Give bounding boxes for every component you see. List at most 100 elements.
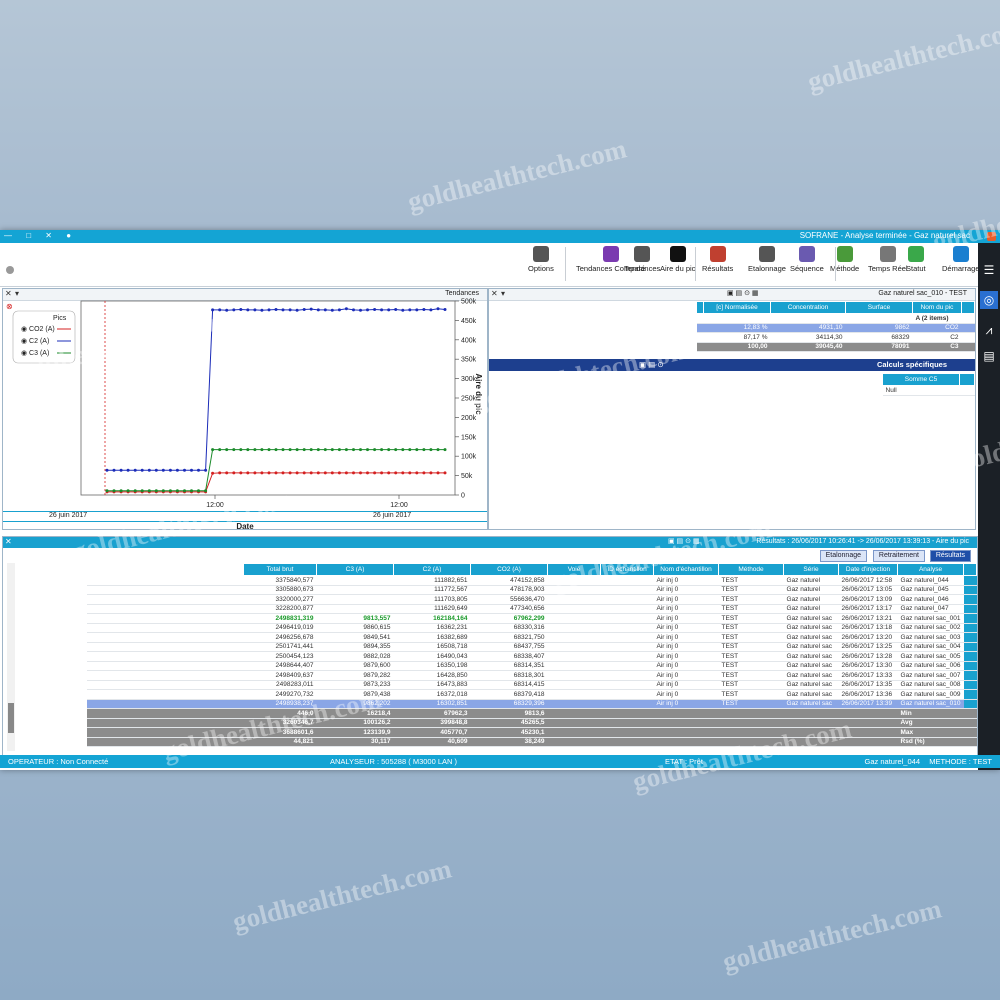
peak-col-header[interactable]: Surface — [845, 301, 913, 314]
results-cell — [600, 604, 654, 614]
results-cell: Gaz naturel sac — [783, 651, 839, 662]
results-col-header[interactable]: ID échantillon — [600, 563, 655, 576]
data-point — [352, 448, 355, 452]
y-tick-label: 350k — [461, 357, 477, 364]
peak-col-header[interactable]: [c] Normalisée — [703, 301, 771, 314]
data-point — [246, 471, 250, 475]
peak-row[interactable]: 100,00 39045,40 78091 C3 — [696, 342, 975, 352]
group-label: A (2 items) — [912, 313, 962, 324]
results-cell: 2498831,319 — [243, 613, 317, 624]
toolbar-play-button[interactable]: Démarrage — [942, 246, 980, 282]
results-row[interactable]: 2496256,678 9849,541 16382,689 68321,750 Air… — [86, 632, 977, 643]
chart-icon[interactable]: ⩘ — [980, 321, 998, 339]
peak-cell: C2 — [912, 332, 962, 343]
peak-cell: 78091 — [845, 342, 913, 352]
toolbar-clock-button[interactable]: Temps Réel — [868, 246, 908, 282]
results-row[interactable]: 2498831,319 9813,557 162184,164 67962,299 Ai… — [86, 613, 977, 624]
menu-icon[interactable]: ☰ — [980, 261, 998, 279]
close-icon[interactable]: ✕ — [491, 289, 498, 298]
data-point — [295, 308, 299, 312]
results-row[interactable]: 2500454,123 9882,028 16490,043 68338,407 Air… — [86, 651, 977, 662]
scrollbar[interactable] — [7, 563, 15, 751]
toolbar-peak-button[interactable]: Aire du pic — [660, 246, 695, 282]
window-controls[interactable]: — □ ✕ ● — [4, 231, 77, 240]
y-tick-label: 50k — [461, 473, 473, 480]
stats-cell: 3260346,7 — [243, 718, 317, 728]
results-row[interactable]: 2499270,732 9879,438 16372,018 68379,418 Air… — [86, 689, 977, 700]
data-point — [147, 468, 151, 472]
results-col-header[interactable]: Méthode — [718, 563, 785, 576]
results-row[interactable]: 2501741,441 9894,355 16508,718 68437,755 Air… — [86, 642, 977, 652]
tab-2[interactable]: Etalonnage — [819, 550, 867, 562]
results-col-header[interactable]: Date d'injection — [838, 563, 899, 576]
data-point — [267, 448, 271, 452]
results-col-header[interactable]: Série — [783, 563, 840, 576]
toolbar-status-button[interactable]: Statut — [906, 246, 926, 282]
results-cell — [600, 575, 654, 586]
results-col-header[interactable]: Nom d'échantillon — [653, 563, 720, 576]
results-cell: 2498644,407 — [243, 661, 317, 671]
peak-col-header[interactable]: Nom du pic — [912, 301, 962, 314]
results-cell: Gaz naturel sac_008 — [897, 680, 964, 690]
results-cell — [547, 680, 601, 690]
toolbar-compare-button[interactable]: Tendances Comparé — [576, 246, 645, 282]
results-row[interactable]: 3375840,577 111882,651 474152,858 Air inj 0… — [86, 575, 977, 586]
results-row[interactable]: 2498283,011 9873,233 16473,883 68314,415 Air… — [86, 680, 977, 690]
watermark: goldhealthtech.com — [229, 853, 455, 937]
status-icon — [907, 246, 924, 262]
results-cell: 26/06/2017 13:25 — [838, 642, 898, 652]
results-row[interactable]: 2496419,019 9860,615 16362,231 68330,316 Air… — [86, 623, 977, 633]
play-icon — [952, 246, 969, 262]
toolbar-clipboard-button[interactable]: Résultats — [702, 246, 733, 282]
peak-col-header[interactable]: Concentration — [770, 301, 846, 314]
close-icon[interactable]: ✕ — [5, 537, 12, 546]
results-col-header[interactable]: CO2 (A) — [470, 563, 549, 576]
trend-panel: ✕ ▾ Tendances ⊗ 0 50k 100k 150k 200k 250k 300k… — [2, 288, 488, 531]
data-point — [436, 471, 440, 475]
results-col-header[interactable]: C2 (A) — [393, 563, 472, 576]
results-row[interactable]: 2498409,637 9879,282 16428,850 68318,301 Air… — [86, 670, 977, 681]
peak-row[interactable]: 87,17 % 34114,30 68329 C2 — [696, 332, 975, 343]
toolbar-icons[interactable]: ▣ ▤ ⊙ ▦ — [727, 289, 759, 297]
toolbar-icons[interactable]: ▣ ▤ ⊙ ▦ — [668, 537, 700, 545]
stats-cell: 44,821 — [243, 737, 317, 747]
toolbar-cogs-button[interactable]: Options — [528, 246, 554, 282]
data-point — [190, 468, 193, 472]
scrollbar-thumb[interactable] — [8, 703, 14, 733]
results-row[interactable]: 2498938,237 9862,202 16302,851 68329,396 Air… — [86, 699, 977, 709]
results-cell: 9860,615 — [316, 623, 394, 633]
results-cell: Gaz naturel — [783, 575, 839, 586]
results-row[interactable]: 2498644,407 9879,600 16350,198 68314,351 Air… — [86, 661, 977, 671]
results-row[interactable]: 3305880,673 111772,567 478178,903 Air inj 0… — [86, 585, 977, 595]
results-cell: Air inj 0 — [653, 651, 719, 662]
results-col-header[interactable]: Analyse — [897, 563, 964, 576]
toolbar-icons[interactable]: ▣ ▤ ⊙ — [639, 360, 664, 369]
results-row[interactable]: 3320000,277 111703,805 556636,470 Air inj 0… — [86, 594, 977, 605]
results-col-header[interactable]: Total brut — [243, 563, 318, 576]
data-point — [359, 471, 362, 475]
toolbar-gear-button[interactable]: Etalonnage — [748, 246, 786, 282]
tab-0[interactable]: Résultats — [929, 550, 971, 562]
cogs-icon — [532, 246, 549, 262]
data-point — [239, 448, 243, 452]
book-icon[interactable]: ▤ — [980, 347, 998, 365]
stats-cell: 446,0 — [243, 708, 317, 719]
results-cell: 9873,233 — [316, 680, 394, 690]
results-col-header[interactable]: Voie — [547, 563, 602, 576]
results-cell: Air inj 0 — [653, 604, 719, 614]
results-cell: 9879,438 — [316, 689, 394, 700]
data-point — [309, 307, 313, 311]
watermark: goldhealthtech.com — [804, 13, 1000, 97]
toolbar-toggle-icon[interactable] — [6, 266, 14, 274]
results-cell: Gaz naturel sac_002 — [897, 623, 964, 633]
results-cell: Gaz naturel sac_005 — [897, 651, 964, 662]
peak-row[interactable]: 12,83 % 4931,10 9862 CO2 — [696, 323, 975, 333]
toolbar-sequence-button[interactable]: Séquence — [790, 246, 824, 282]
results-row[interactable]: 3228200,877 111629,649 477340,656 Air inj 0… — [86, 604, 977, 614]
chevron-down-icon[interactable]: ▾ — [501, 289, 505, 298]
stats-cell: 3688601,6 — [243, 727, 317, 738]
results-col-header[interactable]: C3 (A) — [316, 563, 395, 576]
stats-cell: 40,609 — [393, 737, 471, 747]
search-icon[interactable]: ◎ — [980, 291, 998, 309]
tab-1[interactable]: Retraitement — [872, 550, 925, 562]
